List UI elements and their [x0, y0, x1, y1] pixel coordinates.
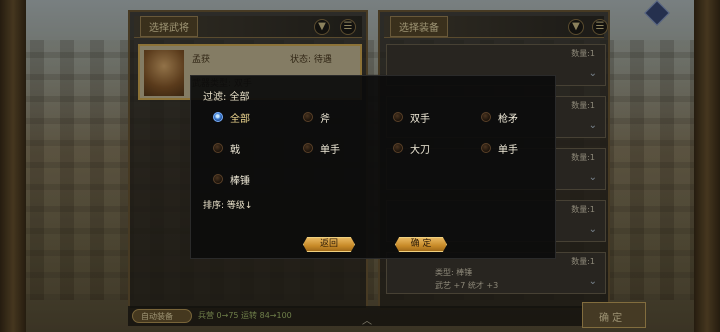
filter-option-spear[interactable]: 枪矛 [481, 110, 518, 125]
filter-option-two-handed[interactable]: 双手 [393, 110, 430, 125]
radio-icon[interactable] [481, 143, 491, 153]
radio-icon[interactable] [213, 143, 223, 153]
filter-option-label: 单手 [498, 144, 518, 156]
radio-icon[interactable] [303, 143, 313, 153]
filter-option-label: 枪矛 [498, 113, 518, 125]
back-button[interactable]: 返回 [303, 237, 355, 252]
filter-option-one-handed[interactable]: 单手 [303, 141, 340, 156]
filter-option-label: 双手 [410, 113, 430, 125]
radio-icon[interactable] [393, 143, 403, 153]
filter-dialog: 过滤: 全部 全部 斧 双手 枪矛 戟 单手 大刀 单手 棒锤 排序: 等级↓ … [190, 75, 556, 259]
filter-option-label: 单手 [320, 144, 340, 156]
filter-option-all[interactable]: 全部 [213, 110, 250, 125]
radio-icon[interactable] [303, 112, 313, 122]
filter-option-axe[interactable]: 斧 [303, 110, 330, 125]
filter-option-label: 大刀 [410, 144, 430, 156]
filter-option-label: 全部 [230, 113, 250, 125]
sort-label[interactable]: 排序: 等级↓ [203, 198, 252, 211]
filter-option-halberd[interactable]: 戟 [213, 141, 240, 156]
filter-option-label: 棒锤 [230, 175, 250, 187]
radio-selected-icon[interactable] [213, 112, 223, 122]
filter-option-label: 戟 [230, 144, 240, 156]
radio-icon[interactable] [481, 112, 491, 122]
radio-icon[interactable] [213, 174, 223, 184]
filter-option-mace[interactable]: 棒锤 [213, 172, 250, 187]
radio-icon[interactable] [393, 112, 403, 122]
filter-option-broadsword[interactable]: 大刀 [393, 141, 430, 156]
filter-label: 过滤: 全部 [203, 92, 250, 103]
filter-option-label: 斧 [320, 113, 330, 125]
confirm-button[interactable]: 确 定 [395, 237, 447, 252]
filter-option-one-handed-2[interactable]: 单手 [481, 141, 518, 156]
